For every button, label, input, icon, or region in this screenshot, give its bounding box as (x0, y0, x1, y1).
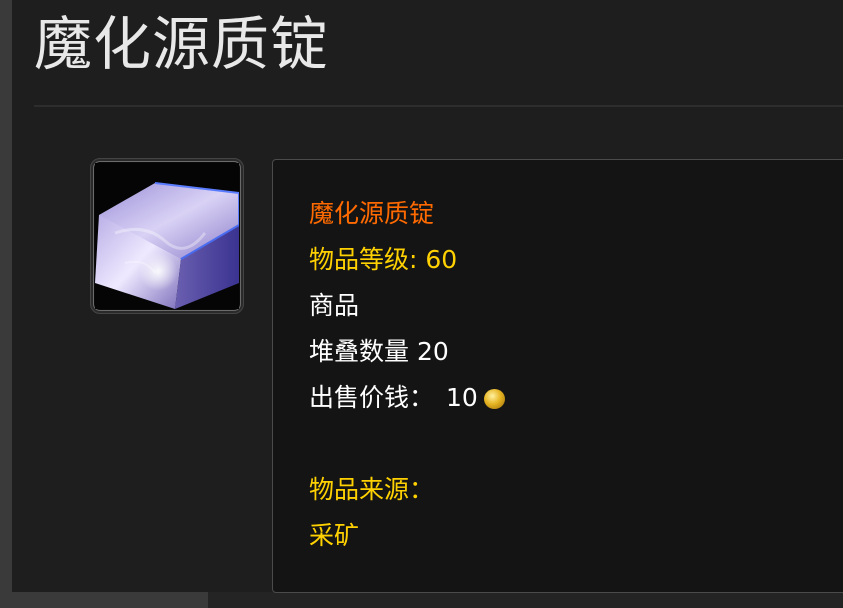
background-strip-bottom-dark (208, 592, 843, 608)
title-divider (34, 105, 843, 107)
item-level-label: 物品等级: (309, 245, 418, 274)
item-source-value[interactable]: 采矿 (309, 520, 359, 552)
item-stack: 堆叠数量 20 (309, 336, 449, 368)
enchanted-ingot-icon[interactable] (90, 158, 244, 314)
item-sell-price: 出售价钱： 10 (309, 382, 505, 414)
item-tooltip: 魔化源质锭 物品等级: 60 商品 堆叠数量 20 出售价钱： 10 物品来源： … (272, 159, 843, 593)
item-detail-panel: 魔化源质锭 魔化源质锭 物品等级: 60 商品 堆叠数量 20 出售价钱： 10… (12, 0, 843, 593)
item-source-label: 物品来源： (309, 475, 435, 504)
item-stack-label: 堆叠数量 (309, 337, 410, 366)
item-level: 物品等级: 60 (309, 244, 457, 276)
item-level-value: 60 (425, 245, 458, 274)
background-strip-left (0, 0, 12, 608)
item-price-label: 出售价钱： (309, 383, 435, 412)
item-type: 商品 (309, 291, 360, 320)
item-name: 魔化源质锭 (309, 199, 435, 228)
background-strip-bottom (0, 592, 843, 608)
page-title: 魔化源质锭 (34, 10, 330, 78)
gold-coin-icon (483, 389, 505, 409)
item-stack-value: 20 (416, 337, 449, 366)
item-price-value: 10 (446, 383, 478, 412)
